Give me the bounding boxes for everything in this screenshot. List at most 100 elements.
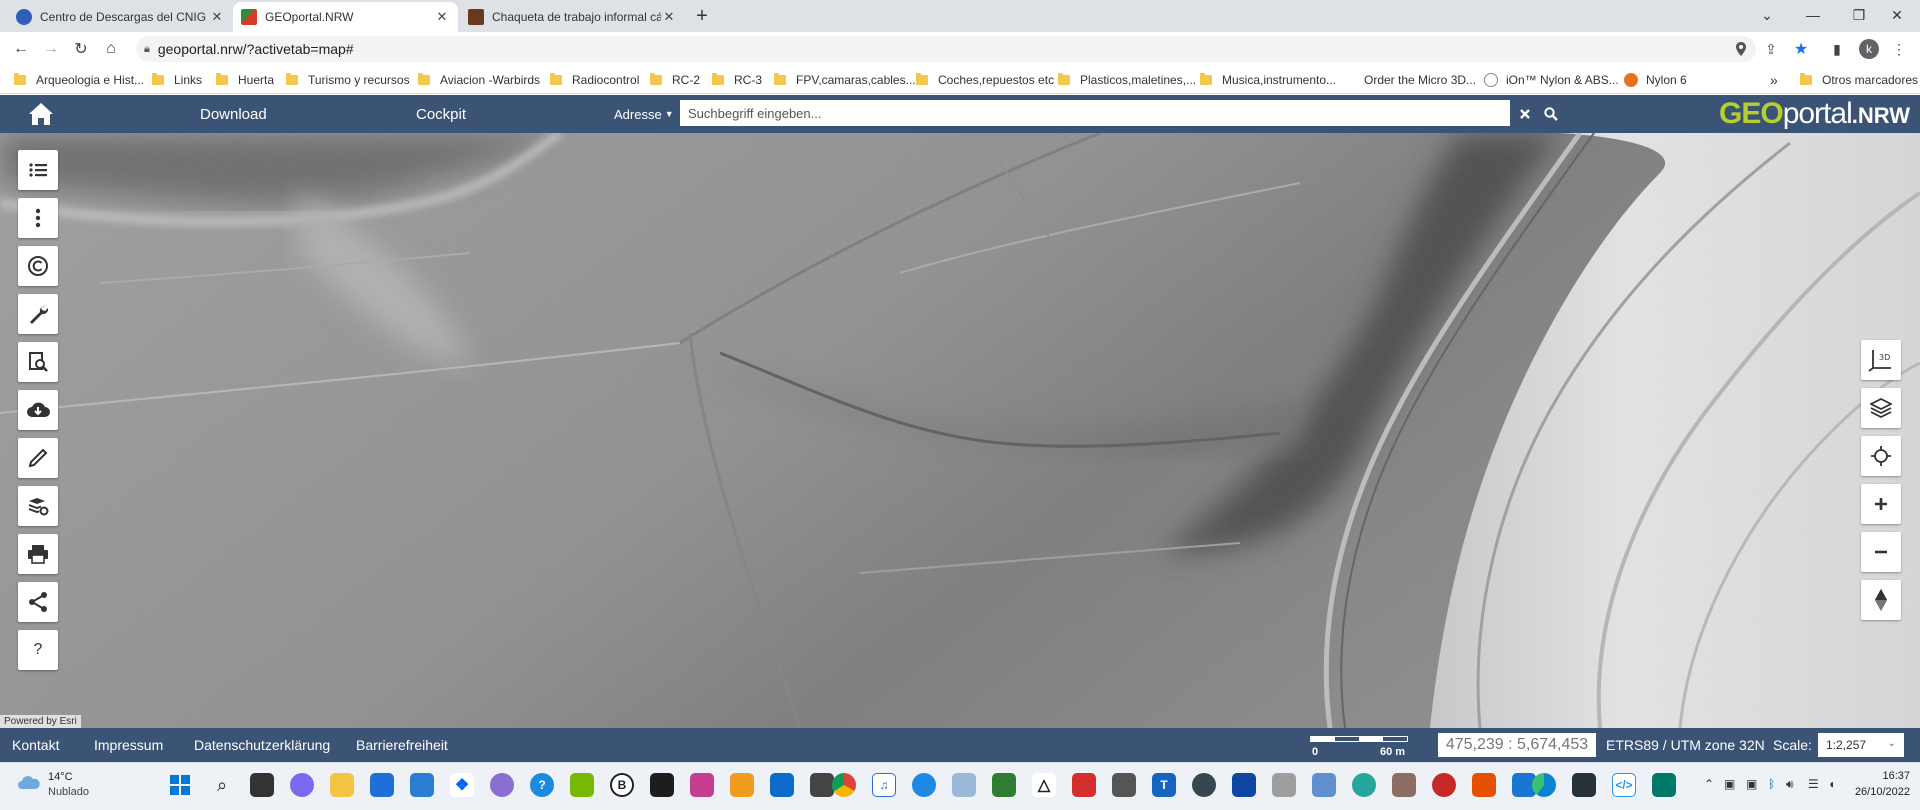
- search-icon[interactable]: [1540, 95, 1562, 133]
- window-close-icon[interactable]: ✕: [1874, 0, 1920, 30]
- download-data-button[interactable]: [18, 390, 58, 430]
- dropbox-icon[interactable]: ❖: [450, 773, 474, 797]
- teams-chat-icon[interactable]: [290, 773, 314, 797]
- network-app-icon[interactable]: [1272, 773, 1296, 797]
- bookmark-folder[interactable]: Links: [152, 70, 202, 90]
- close-icon[interactable]: ✕: [661, 9, 677, 25]
- tray-app-icon[interactable]: ▣: [1746, 777, 1757, 791]
- help-button[interactable]: ?: [18, 630, 58, 670]
- download-link[interactable]: Download: [200, 95, 267, 133]
- cursor-app-icon[interactable]: [1312, 773, 1336, 797]
- chat-app-icon[interactable]: [1352, 773, 1376, 797]
- speaker-icon[interactable]: 🔊︎: [1786, 777, 1794, 792]
- music-icon[interactable]: ♫: [872, 773, 896, 797]
- tab-search-chevron-icon[interactable]: ⌄: [1744, 0, 1790, 30]
- address-dropdown[interactable]: Adresse ▼: [614, 95, 674, 133]
- datenschutz-link[interactable]: Datenschutzerklärung: [194, 728, 330, 762]
- power-automate-icon[interactable]: [770, 773, 794, 797]
- address-bar[interactable]: 🔒︎ geoportal.nrw/?activetab=map#: [136, 36, 1756, 62]
- layer-list-button[interactable]: [18, 150, 58, 190]
- bookmark-folder[interactable]: Plasticos,maletines,...: [1058, 70, 1196, 90]
- calculator-app-icon[interactable]: [992, 773, 1016, 797]
- reload-icon[interactable]: ↻: [70, 38, 92, 60]
- image-app-icon[interactable]: [1232, 773, 1256, 797]
- locate-button[interactable]: [1861, 436, 1901, 476]
- media-app-icon[interactable]: [730, 773, 754, 797]
- zoom-out-button[interactable]: [1861, 532, 1901, 572]
- search-input[interactable]: [680, 100, 1510, 126]
- app-icon[interactable]: [490, 773, 514, 797]
- search-catalog-button[interactable]: [18, 342, 58, 382]
- clear-search-icon[interactable]: [1514, 95, 1536, 133]
- bookmark-folder[interactable]: Turismo y recursos: [286, 70, 410, 90]
- home-icon[interactable]: ⌂: [100, 38, 122, 60]
- print-button[interactable]: [18, 534, 58, 574]
- browser-tab-cnig[interactable]: Centro de Descargas del CNIG (I ✕: [8, 2, 233, 32]
- bookmark-folder[interactable]: RC-2: [650, 70, 700, 90]
- wifi-icon[interactable]: ☰: [1808, 777, 1819, 791]
- close-icon[interactable]: ✕: [434, 9, 450, 25]
- side-panel-icon[interactable]: ▮: [1826, 38, 1848, 60]
- b-app-icon[interactable]: B: [610, 773, 634, 797]
- minimize-icon[interactable]: —: [1790, 0, 1836, 30]
- share-page-icon[interactable]: ⇪: [1760, 38, 1782, 60]
- code-app-icon[interactable]: </>: [1612, 773, 1636, 797]
- triangle-app-icon[interactable]: △: [1032, 773, 1056, 797]
- bookmark-folder[interactable]: Aviacion -Warbirds: [418, 70, 540, 90]
- layer-settings-button[interactable]: [18, 486, 58, 526]
- nvidia-icon[interactable]: [570, 773, 594, 797]
- browser-menu-icon[interactable]: ⋮: [1888, 38, 1910, 60]
- bookmark-folder[interactable]: Arqueologia e Hist...: [14, 70, 144, 90]
- bookmark-folder[interactable]: Coches,repuestos etc: [916, 70, 1054, 90]
- bookmark-folder[interactable]: Huerta: [216, 70, 274, 90]
- bookmark-star-icon[interactable]: ★: [1790, 38, 1812, 60]
- browser-tab-geoportal[interactable]: GEOportal.NRW ✕: [233, 2, 458, 32]
- search-icon[interactable]: ⌕: [210, 773, 234, 797]
- tray-app-icon[interactable]: ▣: [1724, 777, 1735, 791]
- search-app-icon[interactable]: [1652, 773, 1676, 797]
- shield-app-icon[interactable]: [1572, 773, 1596, 797]
- location-pin-icon[interactable]: [1730, 38, 1752, 60]
- creature-app-icon[interactable]: [1392, 773, 1416, 797]
- bookmark-folder[interactable]: FPV,camaras,cables...: [774, 70, 916, 90]
- gear-app-icon[interactable]: [1192, 773, 1216, 797]
- bookmark-link[interactable]: Order the Micro 3D...: [1364, 70, 1476, 90]
- basemap-button[interactable]: [1861, 388, 1901, 428]
- tools-button[interactable]: [18, 294, 58, 334]
- zoom-in-button[interactable]: [1861, 484, 1901, 524]
- bookmark-link[interactable]: Nylon 6: [1624, 70, 1687, 90]
- record-app-icon[interactable]: [1432, 773, 1456, 797]
- help-app-icon[interactable]: ?: [530, 773, 554, 797]
- mail-icon[interactable]: [410, 773, 434, 797]
- new-tab-button[interactable]: +: [690, 4, 714, 28]
- profile-avatar[interactable]: k: [1858, 38, 1880, 60]
- photos-app-icon[interactable]: [690, 773, 714, 797]
- cockpit-link[interactable]: Cockpit: [416, 95, 466, 133]
- share-button[interactable]: [18, 582, 58, 622]
- close-icon[interactable]: ✕: [209, 9, 225, 25]
- kontakt-link[interactable]: Kontakt: [12, 728, 59, 762]
- film-app-icon[interactable]: [810, 773, 834, 797]
- acrobat-icon[interactable]: [1072, 773, 1096, 797]
- bookmark-folder[interactable]: Otros marcadores: [1800, 70, 1918, 90]
- home-icon[interactable]: [28, 101, 54, 127]
- barrierefreiheit-link[interactable]: Barrierefreiheit: [356, 728, 448, 762]
- browser-tab-chaqueta[interactable]: Chaqueta de trabajo informal cá ✕: [460, 2, 685, 32]
- clock-date[interactable]: 26/10/2022: [1850, 786, 1910, 798]
- windows-start-icon[interactable]: [168, 773, 192, 797]
- volume-icon[interactable]: ◖: [1828, 777, 1835, 791]
- task-view-icon[interactable]: [250, 773, 274, 797]
- bookmark-folder[interactable]: Radiocontrol: [550, 70, 639, 90]
- office-app-icon[interactable]: [1472, 773, 1496, 797]
- clock-time[interactable]: 16:37: [1850, 770, 1910, 782]
- scale-select[interactable]: 1:2,257 ⌄: [1818, 733, 1904, 757]
- store-icon[interactable]: [370, 773, 394, 797]
- terminal-app-icon[interactable]: [1112, 773, 1136, 797]
- feather-app-icon[interactable]: [952, 773, 976, 797]
- file-explorer-icon[interactable]: [330, 773, 354, 797]
- bookmark-link[interactable]: iOn™ Nylon & ABS...: [1484, 70, 1619, 90]
- edge-icon[interactable]: [1532, 773, 1556, 797]
- hillshade-map[interactable]: ? 3D Powered by Esri: [0, 133, 1920, 728]
- impressum-link[interactable]: Impressum: [94, 728, 163, 762]
- t-app-icon[interactable]: T: [1152, 773, 1176, 797]
